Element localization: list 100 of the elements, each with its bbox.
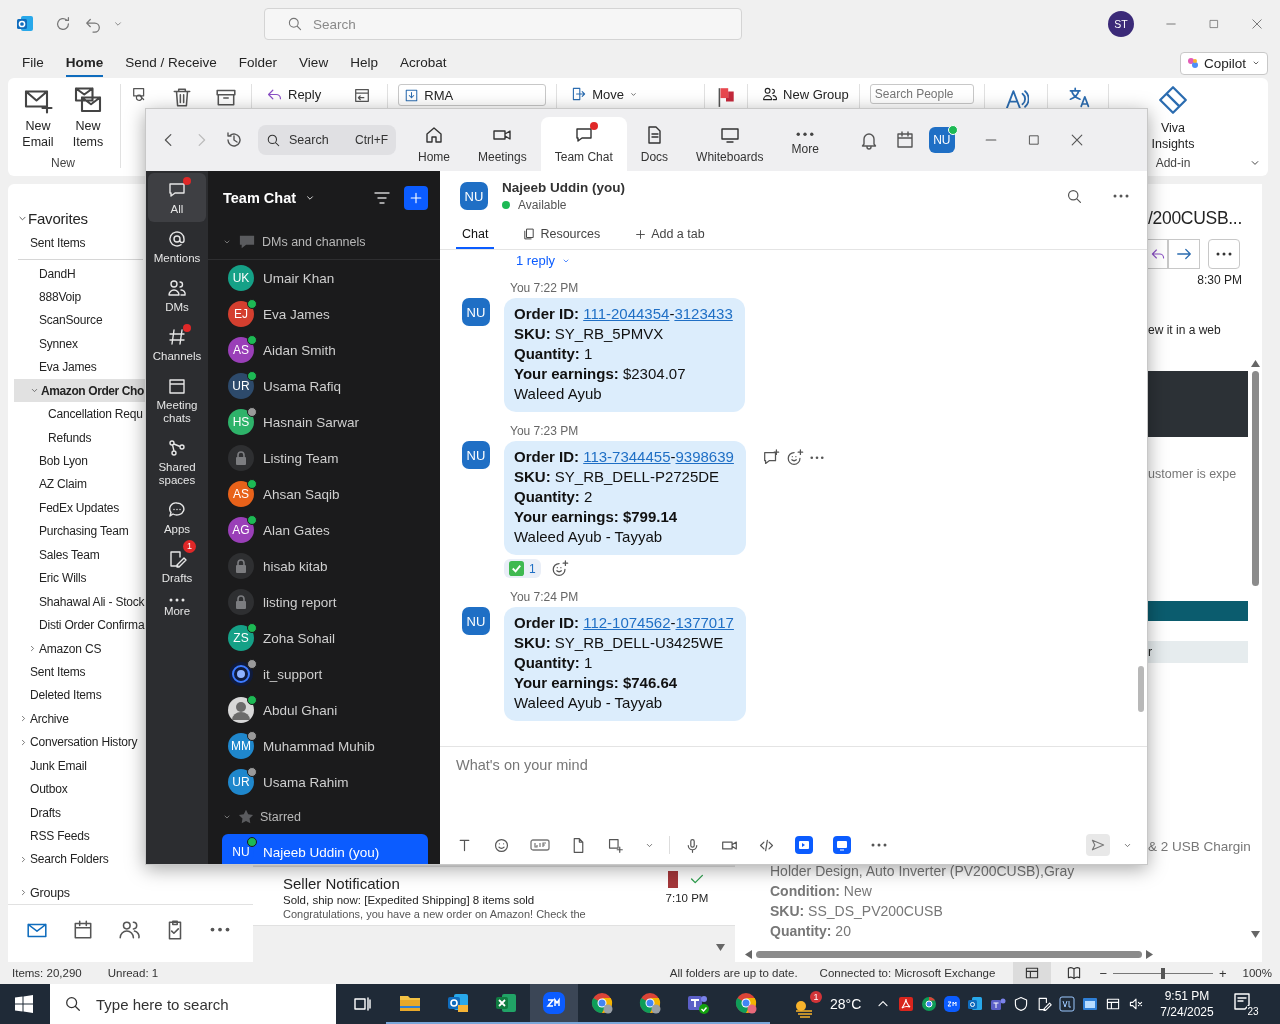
folder-item[interactable]: Search Folders (8, 847, 112, 872)
sidebar-item[interactable]: DMs (148, 271, 206, 320)
folder-item[interactable]: Drafts (8, 800, 64, 825)
favorites-header[interactable]: Favorites (8, 206, 91, 232)
folder-item[interactable]: Amazon CS (8, 636, 105, 661)
app-square-icon[interactable] (1059, 996, 1076, 1012)
chat-app-icon[interactable] (990, 996, 1007, 1012)
chat-tab[interactable]: Add a tab (628, 221, 711, 249)
folder-item[interactable]: ScanSource (8, 308, 106, 333)
groups-header[interactable]: Groups (8, 880, 73, 905)
ribbon-tab[interactable]: Acrobat (399, 49, 447, 77)
sidebar-item[interactable]: Mentions (148, 222, 206, 271)
folder-item[interactable]: Eva James (8, 355, 100, 379)
chat-list-item[interactable]: hisab kitab (222, 548, 428, 584)
chat-list-item[interactable]: UR Usama Rahim (222, 764, 428, 800)
chat-list-item[interactable]: MM Muhammad Muhib (222, 728, 428, 764)
reaction-chip[interactable]: 1 (504, 559, 541, 578)
folder-item[interactable]: Eric Wills (8, 566, 90, 590)
scrollbar-thumb[interactable] (1138, 666, 1144, 712)
chat-list-item[interactable]: AG Alan Gates (222, 512, 428, 548)
pen-tablet-icon[interactable] (1036, 996, 1053, 1012)
clock[interactable]: 9:51 PM 7/24/2025 (1160, 988, 1214, 1020)
account-avatar[interactable]: ST (1108, 11, 1134, 37)
app-square-icon[interactable] (795, 836, 813, 854)
search-icon[interactable] (1066, 187, 1083, 205)
calendar-icon[interactable] (72, 918, 94, 941)
chat-list-item[interactable]: Abdul Ghani (222, 692, 428, 728)
sidebar-item[interactable]: All (148, 173, 206, 222)
chat-tab[interactable]: Chat (456, 221, 495, 249)
new-email-button[interactable]: New Email (16, 84, 60, 150)
move-button[interactable]: Move (571, 84, 639, 102)
chat-list-item[interactable]: AS Aidan Smith (222, 332, 428, 368)
calendar-icon[interactable] (894, 130, 915, 150)
nav-tab[interactable]: Docs (626, 117, 683, 171)
message-item[interactable]: Seller Notification Sold, ship now: [Expedited Shipping] 8 items sold Congratulations, you have a new order on Amazon! Check the 7:10 PM (253, 866, 735, 926)
ribbon-tab[interactable]: Folder (238, 49, 278, 77)
scroll-down-icon[interactable] (716, 944, 725, 951)
order-link[interactable]: 1377017 (675, 614, 734, 631)
send-button[interactable] (1086, 834, 1110, 856)
scrollbar-thumb[interactable] (1251, 371, 1259, 586)
taskbar-app-button[interactable] (530, 984, 578, 1024)
chat-list-item[interactable]: UR Usama Rafiq (222, 368, 428, 404)
chat-list-item[interactable]: NU Najeeb Uddin (you) (222, 834, 428, 864)
notifications-button[interactable]: 23 (1231, 991, 1260, 1017)
video-app-icon[interactable] (944, 996, 961, 1012)
order-link[interactable]: 3123433 (674, 305, 733, 322)
calendar-reply-icon[interactable] (353, 86, 372, 104)
folder-item[interactable]: 888Voip (8, 285, 84, 309)
folder-item[interactable]: Sales Team (8, 543, 103, 567)
folder-item[interactable]: DandH (8, 261, 79, 286)
sidebar-item[interactable]: Shared spaces (148, 431, 206, 493)
folder-item[interactable]: Synnex (8, 332, 81, 356)
sidebar-item[interactable]: Channels (148, 320, 206, 369)
folder-item[interactable]: Deleted Items (8, 683, 105, 708)
scroll-right-icon[interactable] (1146, 949, 1153, 959)
search-field[interactable]: Search Ctrl+F (258, 125, 396, 155)
history-icon[interactable] (224, 130, 244, 150)
ribbon-tab[interactable]: Home (65, 49, 104, 77)
add-reaction-icon[interactable] (785, 449, 804, 467)
folder-item[interactable]: Purchasing Team (8, 519, 132, 544)
order-link[interactable]: 9398639 (675, 448, 734, 465)
chat-list-item[interactable]: UK Umair Khan (222, 260, 428, 296)
folder-item[interactable]: Outbox (8, 777, 71, 801)
folder-item[interactable]: Sent Items (8, 660, 89, 684)
sidebar-item[interactable]: Apps (148, 493, 206, 542)
gif-icon[interactable] (530, 838, 550, 852)
new-group-button[interactable]: New Group (762, 84, 849, 102)
nav-tab[interactable]: More (777, 117, 833, 171)
order-link[interactable]: 111-2044354 (583, 305, 670, 322)
folder-item[interactable]: Junk Email (8, 754, 90, 778)
ribbon-tab[interactable]: Help (350, 49, 378, 77)
chat-list-item[interactable]: AS Ahsan Saqib (222, 476, 428, 512)
refresh-icon[interactable] (54, 15, 72, 33)
more-icon[interactable] (210, 927, 230, 933)
chat-list-item[interactable]: HS Hasnain Sarwar (222, 404, 428, 440)
pdf-icon[interactable] (898, 996, 915, 1012)
new-chat-button[interactable] (404, 186, 428, 210)
translate-icon[interactable] (1067, 86, 1092, 110)
folder-item[interactable]: Bob Lyon (8, 449, 91, 473)
more-icon[interactable] (871, 843, 887, 847)
zoom-in-button[interactable]: + (1219, 965, 1227, 981)
chat-list-item[interactable]: listing report (222, 584, 428, 620)
ribbon-tab[interactable]: File (22, 49, 44, 77)
ribbon-tab[interactable]: Send / Receive (125, 49, 217, 77)
folder-item[interactable]: Amazon Order Cho (14, 379, 147, 403)
message-input[interactable]: What's on your mind (456, 757, 588, 773)
section-header[interactable]: Starred (208, 800, 440, 834)
sidebar-item[interactable]: Meeting chats (148, 369, 206, 431)
quick-steps-field[interactable]: RMA (398, 84, 547, 106)
folder-item[interactable]: Sent Items (8, 231, 89, 255)
reply-thread-icon[interactable] (761, 449, 780, 467)
browser-icon[interactable] (921, 996, 938, 1012)
folder-item[interactable]: Archive (8, 707, 72, 731)
nav-tab[interactable]: Meetings (464, 117, 541, 171)
more-icon[interactable] (809, 456, 824, 460)
thread-replies-link[interactable]: 1 reply (516, 253, 572, 268)
screenshot-icon[interactable] (607, 836, 624, 854)
shield-icon[interactable] (1013, 996, 1030, 1012)
chat-tab[interactable]: Resources (516, 221, 607, 249)
profile-avatar[interactable]: NU (928, 127, 955, 153)
